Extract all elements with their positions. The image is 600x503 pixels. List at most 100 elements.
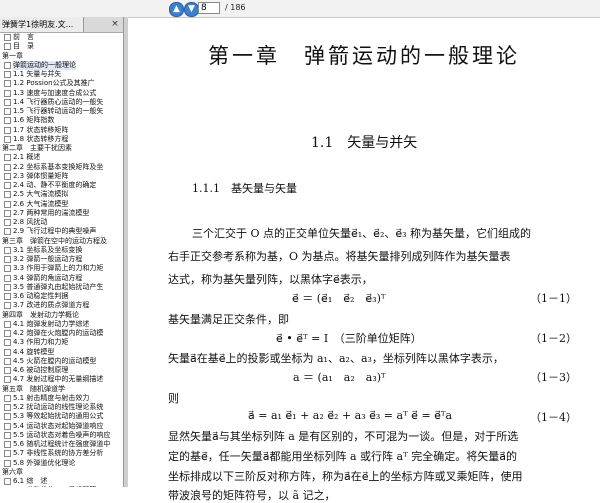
toc-item[interactable]: 2.6 大气湍流模型 [0,200,123,209]
page-bookmark-icon [4,450,11,458]
page-bookmark-icon [4,135,11,143]
toc-item[interactable]: 1.6 矩阵指数 [0,116,123,125]
toc-item-label: 2.2 坐标系基本变换矩阵及坐 [13,162,104,171]
toc-item[interactable]: 第六章 [0,468,123,477]
paragraph-line: 坐标排成以下三阶反对称方阵，称为a⃗在e⃗上的坐标方阵或叉乘矩阵，使用 [168,470,523,483]
chapter-title: 第一章 弹箭运动的一般理论 [208,44,520,68]
tab-document[interactable]: 弹簧学1徐明友.文... [0,17,84,32]
toc-item[interactable]: 6.1 综 述 [0,477,123,486]
paragraph-line: 基矢量满足正交条件，即 [168,313,289,326]
toc-item-label: 5.2 扰动运动的线性理论系统 [13,403,104,411]
page-total: / 186 [225,3,246,12]
toc-item-label: 5.6 随机过程统计在强度弹道中 [13,440,111,448]
page-bookmark-icon [4,422,11,430]
tab-bar: 弹簧学1徐明友.文... × [0,17,123,33]
page-up-icon[interactable]: ▲ [169,2,184,17]
close-icon[interactable]: × [110,19,120,29]
toc-item[interactable]: 4.2 炮弹在火炮膛内的运动模 [0,329,123,338]
toc-item-label: 3.2 弹箭一般运动方程 [13,255,83,263]
toc-item[interactable]: 4.3 作用力和力矩 [0,338,123,347]
toc-item[interactable]: 1.7 状态转移矩阵 [0,126,123,135]
toc-item[interactable]: 第三章 弹箭在空中的运动方程及 [0,237,123,246]
toc-item[interactable]: 3.2 弹箭一般运动方程 [0,255,123,264]
toc-item[interactable]: 3.7 改进的质点弹道方程 [0,301,123,310]
toc-item[interactable]: 3.5 普通弹丸由起始扰动产生 [0,283,123,292]
toc-item[interactable]: 2.2 坐标系基本变换矩阵及坐 [0,163,123,172]
toc-item[interactable]: 5.3 等效起始扰动的通用公式 [0,412,123,421]
toc-item[interactable]: 5.6 随机过程统计在强度弹道中 [0,440,123,449]
toc-item[interactable]: 1.8 状态转移方程 [0,135,123,144]
toc-item-label: 4.5 火箭在膛内的运动模型 [13,356,97,365]
page-bookmark-icon [4,228,11,236]
toc-item[interactable]: 5.1 射击精度与射击效力 [0,394,123,403]
toc-item[interactable]: 5.7 非线性系统的协方差分析 [0,449,123,458]
toc-item[interactable]: 2.9 飞行过程中的典型噪声 [0,227,123,236]
toc-item[interactable]: 1.2 Possion公式及其推广 [0,79,123,88]
toc-item[interactable]: 5.4 运动状态对起始弹道响应 [0,422,123,431]
page-bookmark-icon [4,459,11,467]
toc-item[interactable]: 4.1 炮弹发射动力学综述 [0,320,123,329]
toc-item-label: 5.8 外弹道优化理论 [13,458,76,467]
page-bookmark-icon [4,394,11,402]
toc-item-label: 2.7 两种常用的湍流模型 [13,208,90,217]
toc-item[interactable]: 1.1 矢量与并矢 [0,70,123,79]
subsection-title: 1.1.1 基矢量与矢量 [192,182,297,195]
toc-item-label: 5.3 等效起始扰动的通用公式 [13,412,104,421]
toc-item[interactable]: 5.8 外弹道优化理论 [0,459,123,468]
toc-item[interactable]: 2.3 弹体惯量矩阵 [0,172,123,181]
toc-item[interactable]: 第二章 主要干扰因素 [0,144,123,153]
page-bookmark-icon [4,413,11,421]
page-down-icon[interactable]: ▼ [184,2,199,17]
toc-item[interactable]: 3.1 坐标系及坐标变换 [0,246,123,255]
document-page: 第一章 弹箭运动的一般理论 1.1 矢量与并矢 1.1.1 基矢量与矢量 三个汇… [128,17,600,502]
page-bookmark-icon [4,431,11,439]
page-bookmark-icon [4,154,11,162]
toc-item-label: 4.2 炮弹在火炮膛内的运动模 [13,329,104,337]
page-number-input[interactable] [198,2,220,14]
equation: a ＝ (a₁ a₂ a₃)ᵀ [293,371,386,384]
toc-item[interactable]: 4.7 发射过程中的无量纲描述 [0,375,123,384]
page-bookmark-icon [4,348,11,356]
toc-item[interactable]: 1.3 速度与加速度合成公式 [0,89,123,98]
paragraph-line: 三个汇交于 O 点的正交单位矢量e⃗₁、e⃗₂、e⃗₃ 称为基矢量，它们组成的 [192,227,532,240]
toc-item[interactable]: 第一章 [0,52,123,61]
toc-item[interactable]: 3.4 弹箭的角运动方程 [0,274,123,283]
toc-item[interactable]: 目 录 [0,42,123,51]
page-bookmark-icon [4,219,11,226]
toc-item-label: 1.5 飞行器转动运动的一般矢 [13,107,104,115]
toc-item-label: 5.4 运动状态对起始弹道响应 [13,421,104,430]
page-bookmark-icon [4,191,11,199]
toc-item[interactable]: 4.5 火箭在膛内的运动模型 [0,357,123,366]
toc-item-label: 3.1 坐标系及坐标变换 [13,245,83,254]
section-title: 1.1 矢量与并矢 [311,135,418,151]
toc-item[interactable]: 2.5 大气湍流模拟 [0,190,123,199]
toc-item[interactable]: 前 言 [0,33,123,42]
toc-item[interactable]: 4.4 旋转模型 [0,348,123,357]
toc-item[interactable]: 第四章 发射动力学概论 [0,311,123,320]
paragraph-line: 达式，称为基矢量列阵，以黑体字e⃗表示， [168,273,373,286]
toc-item[interactable]: 5.5 运动状态对着色噪声的响应 [0,431,123,440]
toc-item[interactable]: 5.2 扰动运动的线性理论系统 [0,403,123,412]
toc-item[interactable]: 3.3 作用于弹箭上的力和力矩 [0,264,123,273]
toc-item[interactable]: 2.1 概述 [0,153,123,162]
toc-item[interactable]: 3.6 动稳定性判据 [0,292,123,301]
toc-item[interactable]: 2.7 两种常用的湍流模型 [0,209,123,218]
toolbar: ▲ ▼ / 186 [0,0,600,18]
toc-item[interactable]: 1.5 飞行器转动运动的一般矢 [0,107,123,116]
toc-item[interactable]: 第五章 随机弹道学 [0,385,123,394]
page-bookmark-icon [4,404,11,411]
page-bookmark-icon [4,61,11,69]
page-bookmark-icon [4,209,11,217]
equation: e⃗ • e⃗ᵀ = I （三阶单位矩阵） [276,332,422,345]
page-bookmark-icon [4,283,11,291]
page-bookmark-icon [4,265,11,273]
toc-item-label: 4.7 发射过程中的无量纲描述 [13,375,104,384]
toc-item[interactable]: 4.6 被动控制原理 [0,366,123,375]
toc-item-label: 2.9 飞行过程中的典型噪声 [13,227,97,236]
toc-item[interactable]: 1.4 飞行器质心运动的一般矢 [0,98,123,107]
toc-item[interactable]: 2.4 动、静不平衡度的确定 [0,181,123,190]
page-bookmark-icon [4,246,11,254]
toc-item-selected[interactable]: 弹箭运动的一般理论 [0,60,123,70]
toc-item[interactable]: 2.8 风扰动 [0,218,123,227]
toc-item-label: 4.1 炮弹发射动力学综述 [13,319,90,328]
